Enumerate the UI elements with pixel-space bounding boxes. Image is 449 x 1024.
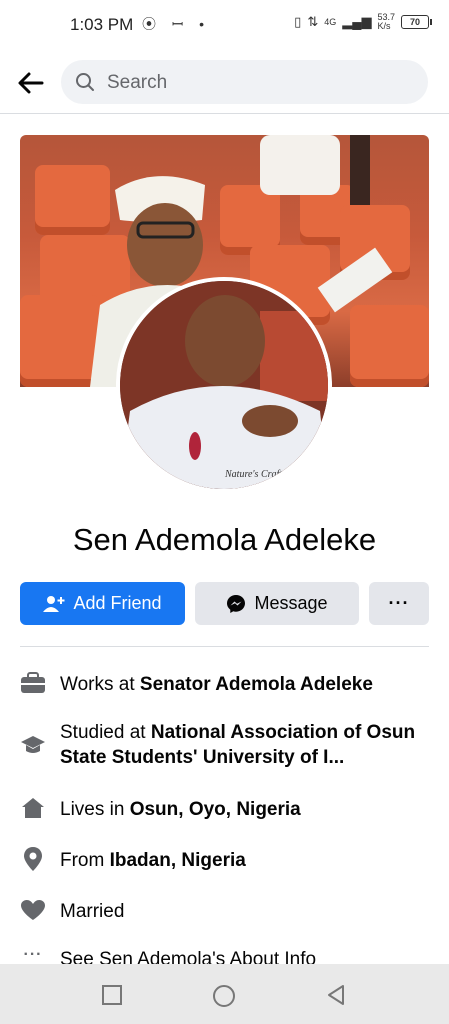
- more-options-button[interactable]: ···: [369, 582, 429, 625]
- profile-picture[interactable]: Nature's Craft Inc: [116, 277, 332, 493]
- section-divider: [20, 646, 429, 647]
- back-button-icon[interactable]: [325, 984, 347, 1006]
- message-label: Message: [254, 593, 328, 613]
- search-bar[interactable]: [61, 60, 428, 106]
- home-button-icon[interactable]: [212, 984, 236, 1008]
- add-friend-button[interactable]: Add Friend: [20, 582, 185, 625]
- search-input[interactable]: [105, 60, 409, 106]
- briefcase-icon: [20, 670, 46, 696]
- from-value[interactable]: Ibadan, Nigeria: [110, 850, 246, 871]
- network-speed: 53.7 K/s: [377, 12, 395, 31]
- lives-value[interactable]: Osun, Oyo, Nigeria: [130, 799, 301, 820]
- search-icon: [76, 73, 94, 91]
- signal-icon: ▂▄▆: [342, 14, 372, 29]
- top-header: [0, 58, 449, 108]
- recent-apps-icon[interactable]: [101, 984, 123, 1006]
- info-study: Studied at National Association of Osun …: [20, 720, 440, 774]
- status-bar: 1:03 PM ⦿ ꟷ • ▯ ⇅ 4G ▂▄▆ 53.7 K/s 70: [0, 0, 449, 50]
- location-pin-icon: [20, 846, 46, 872]
- home-icon: [20, 795, 46, 821]
- add-friend-icon: [43, 595, 65, 612]
- see-about-info-link[interactable]: ··· See Sen Ademola's About Info: [20, 945, 440, 965]
- status-right-icons: ▯ ⇅ 4G ▂▄▆ 53.7 K/s 70: [294, 12, 432, 31]
- data-transfer-icon: ⇅: [307, 14, 319, 29]
- network-type: 4G: [324, 17, 337, 27]
- info-from: From Ibadan, Nigeria: [20, 846, 440, 876]
- status-time: 1:03 PM: [70, 15, 134, 34]
- vibrate-icon: ▯: [294, 14, 302, 29]
- arrow-left-icon[interactable]: [14, 66, 48, 100]
- message-button[interactable]: Message: [195, 582, 359, 625]
- battery-icon: 70: [401, 15, 432, 29]
- profile-name: Sen Ademola Adeleke: [72, 522, 377, 557]
- info-work: Works at Senator Ademola Adeleke: [20, 670, 440, 700]
- header-divider: [0, 113, 449, 114]
- info-lives: Lives in Osun, Oyo, Nigeria: [20, 795, 440, 825]
- relationship-status: Married: [60, 901, 125, 922]
- messenger-icon: [227, 594, 246, 613]
- heart-icon: [20, 897, 46, 923]
- system-navigation-bar: [0, 964, 449, 1024]
- graduation-cap-icon: [20, 732, 46, 758]
- see-about-label: See Sen Ademola's About Info: [60, 949, 317, 965]
- status-notification-icons: ⦿ ꟷ •: [142, 16, 211, 32]
- avatar-watermark: Nature's Craft Inc: [224, 469, 298, 480]
- work-value[interactable]: Senator Ademola Adeleke: [140, 674, 373, 695]
- add-friend-label: Add Friend: [73, 593, 162, 613]
- info-relationship: Married: [20, 897, 440, 927]
- more-icon: ···: [388, 593, 410, 613]
- ellipsis-icon: ···: [23, 946, 43, 963]
